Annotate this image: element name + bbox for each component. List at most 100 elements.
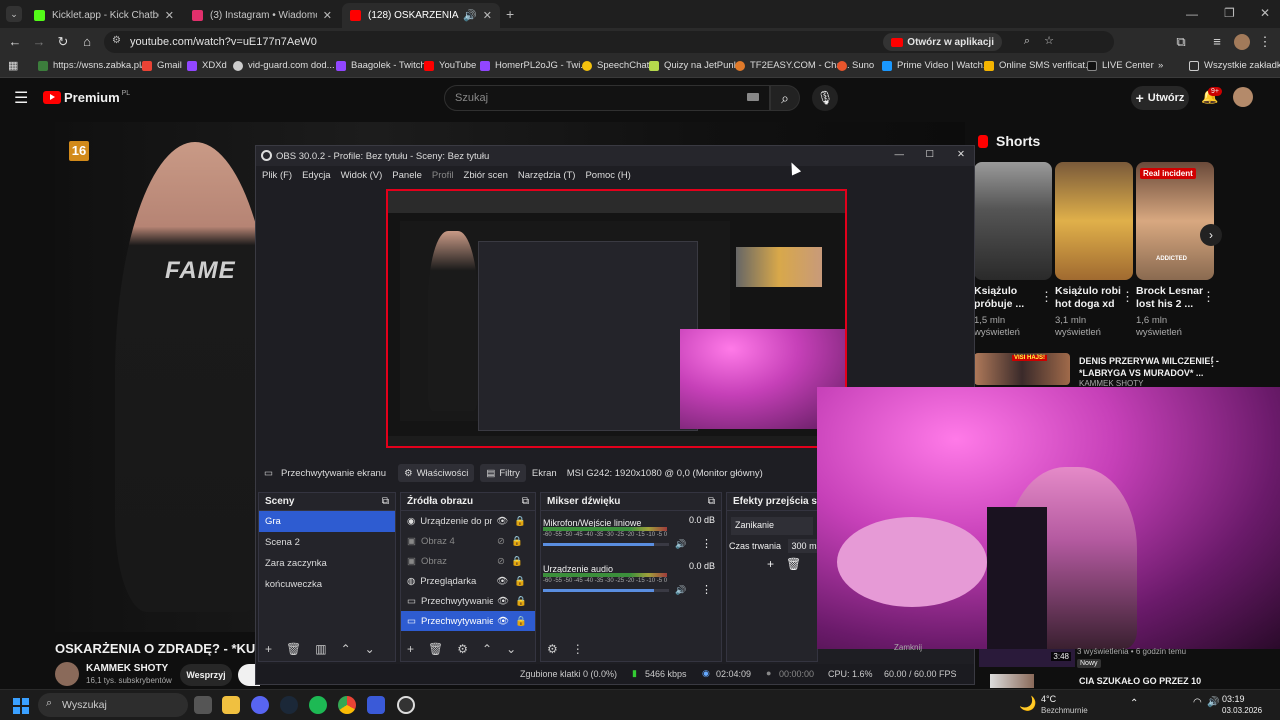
eye-hidden-icon[interactable]: ⊘ (497, 556, 505, 567)
channel-name[interactable]: KAMMEK SHOTY (86, 663, 168, 674)
join-button[interactable]: Wesprzyj (180, 664, 232, 686)
media-icon[interactable]: ≡ (1208, 33, 1226, 51)
bookmark-vidguard[interactable]: vid-guard.com dod... (233, 60, 335, 71)
obs-taskbar-icon[interactable] (397, 696, 415, 714)
scene-filters-icon[interactable]: ▥ (315, 642, 326, 656)
speaker-icon[interactable]: 🔊 (675, 539, 686, 550)
clock-time[interactable]: 03:19 (1222, 694, 1245, 704)
tab-kicklet[interactable]: Kicklet.app - Kick Chatbot and ✕ (26, 3, 182, 28)
create-button[interactable]: + Utwórz (1131, 86, 1189, 110)
source-item[interactable]: ▣ Obraz 4 ⊘ 🔒 (401, 531, 535, 551)
discord-icon[interactable] (251, 696, 269, 714)
keyboard-icon[interactable] (747, 93, 759, 101)
apps-grid-icon[interactable]: ▦ (8, 59, 18, 72)
volume-slider[interactable] (543, 589, 669, 592)
menu-profile[interactable]: Profil (432, 170, 454, 181)
bookmark-sms[interactable]: Online SMS verificat... (984, 60, 1093, 71)
lock-icon[interactable]: 🔒 (511, 536, 523, 547)
taskbar-search[interactable]: ⌕ Wyszukaj (38, 693, 188, 717)
lock-icon[interactable]: 🔒 (515, 596, 527, 607)
volume-icon[interactable]: 🔊 (1207, 697, 1219, 708)
back-icon[interactable]: ← (6, 33, 24, 51)
recommended-title-3[interactable]: CIA SZUKAŁO GO PRZEZ 10 (1079, 676, 1201, 686)
hamburger-menu-icon[interactable]: ☰ (14, 88, 28, 108)
remove-scene-icon[interactable]: 🗑 (286, 642, 301, 656)
eye-hidden-icon[interactable]: ⊘ (497, 536, 505, 547)
tray-overflow-icon[interactable]: ⌃ (1130, 698, 1138, 709)
steam-icon[interactable] (280, 696, 298, 714)
search-input[interactable]: Szukaj (444, 85, 770, 111)
menu-tools[interactable]: Narzędzia (T) (518, 170, 576, 181)
channel-menu-icon[interactable]: ⋮ (701, 583, 712, 596)
reload-icon[interactable]: ↻ (54, 33, 72, 51)
lock-icon[interactable]: 🔒 (511, 556, 523, 567)
bookmark-youtube[interactable]: YouTube (424, 60, 476, 71)
bookmark-suno[interactable]: Suno (837, 60, 874, 71)
menu-edit[interactable]: Edycja (302, 170, 331, 181)
menu-help[interactable]: Pomoc (H) (585, 170, 630, 181)
screen-select[interactable]: MSI G242: 1920x1080 @ 0,0 (Monitor główn… (567, 468, 763, 479)
menu-docks[interactable]: Panele (392, 170, 422, 181)
windows-start-icon[interactable] (13, 698, 29, 714)
voice-search-button[interactable]: 🎙 (812, 85, 838, 111)
new-tab-button[interactable]: + (506, 6, 514, 22)
transition-select[interactable]: Zanikanie (731, 517, 813, 535)
channel-avatar[interactable] (55, 662, 79, 686)
tab-youtube[interactable]: (128) OSKARŻENIA O ZDRA 🔊 ✕ (342, 3, 500, 28)
recommended-thumbnail-3[interactable] (990, 674, 1034, 688)
eye-icon[interactable]: 👁 (497, 596, 509, 607)
close-window-icon[interactable]: ✕ (1260, 6, 1270, 20)
eye-icon[interactable]: 👁 (497, 616, 509, 627)
bookmark-speechchat[interactable]: SpeechChat (582, 60, 649, 71)
source-item[interactable]: ▣ Obraz ⊘ 🔒 (401, 551, 535, 571)
forward-icon[interactable]: → (30, 33, 48, 51)
more-icon[interactable]: ⋮ (1202, 289, 1215, 305)
short-title-2[interactable]: Książulo robi hot doga xd (1055, 285, 1121, 311)
maximize-window-icon[interactable]: ❐ (1224, 6, 1235, 20)
all-bookmarks[interactable]: Wszystkie zakładki (1189, 60, 1280, 71)
scene-item[interactable]: Gra (259, 511, 395, 532)
filters-button[interactable]: ▤ Filtry (480, 464, 526, 482)
minimize-icon[interactable]: — (895, 149, 905, 160)
recommended-title-1[interactable]: DENIS PRZERYWA MILCZENIE! - *LABRYGA VS … (1079, 355, 1219, 379)
weather-icon[interactable]: 🌙 (1019, 695, 1036, 712)
move-down-icon[interactable]: ⌄ (365, 642, 375, 656)
lock-icon[interactable]: 🔒 (515, 616, 527, 627)
bookmark-tf2easy[interactable]: TF2EASY.COM - Cha... (735, 60, 850, 71)
short-thumbnail-2[interactable] (1055, 162, 1133, 280)
eye-icon[interactable]: 👁 (496, 516, 508, 527)
scene-item[interactable]: Zara zaczynka (259, 553, 395, 574)
move-down-icon[interactable]: ⌄ (506, 642, 516, 656)
scene-item[interactable]: Scena 2 (259, 532, 395, 553)
properties-button[interactable]: ⚙ Właściwości (398, 464, 475, 482)
home-icon[interactable]: ⌂ (78, 33, 96, 51)
recommended-thumbnail-2[interactable]: 3:48 (979, 649, 1075, 667)
bookmark-star-icon[interactable]: ☆ (1044, 34, 1054, 47)
bookmark-gmail[interactable]: Gmail (142, 60, 182, 71)
lock-icon[interactable]: 🔒 (514, 576, 526, 587)
source-item[interactable]: ◉ Urządzenie do prz 👁 🔒 (401, 511, 535, 531)
advanced-audio-icon[interactable]: ⚙ (547, 642, 558, 656)
bookmark-xdxd[interactable]: XDXd (187, 60, 227, 71)
channel-menu-icon[interactable]: ⋮ (701, 537, 712, 550)
bookmark-live-center[interactable]: LIVE Center (1087, 60, 1154, 71)
bookmark-primevideo[interactable]: Prime Video | Watch... (882, 60, 991, 71)
site-info-icon[interactable]: ⚙ (112, 35, 121, 46)
menu-file[interactable]: Plik (F) (262, 170, 292, 181)
dock-undock-icon[interactable]: ⧉ (708, 496, 715, 507)
maximize-icon[interactable]: ☐ (925, 149, 934, 160)
scene-item[interactable]: końcuweczka (259, 574, 395, 595)
recommended-thumbnail-1[interactable]: VISI HAJS! (974, 353, 1070, 385)
lock-icon[interactable]: 🔒 (514, 516, 526, 527)
shorts-next-icon[interactable]: › (1200, 224, 1222, 246)
tab-search-button[interactable]: ⌄ (6, 6, 22, 22)
short-title-1[interactable]: Książulo próbuje ... (974, 285, 1024, 311)
speaker-icon[interactable]: 🔊 (463, 9, 477, 22)
add-transition-icon[interactable]: + (767, 557, 774, 571)
close-icon[interactable]: ✕ (165, 9, 174, 22)
profile-avatar[interactable] (1234, 34, 1250, 50)
task-view-icon[interactable] (194, 696, 212, 714)
minimize-window-icon[interactable]: — (1186, 7, 1198, 21)
url-input[interactable]: ⚙ youtube.com/watch?v=uE177n7AeW0 Otwórz… (104, 31, 1114, 53)
source-properties-icon[interactable]: ⚙ (457, 642, 468, 656)
